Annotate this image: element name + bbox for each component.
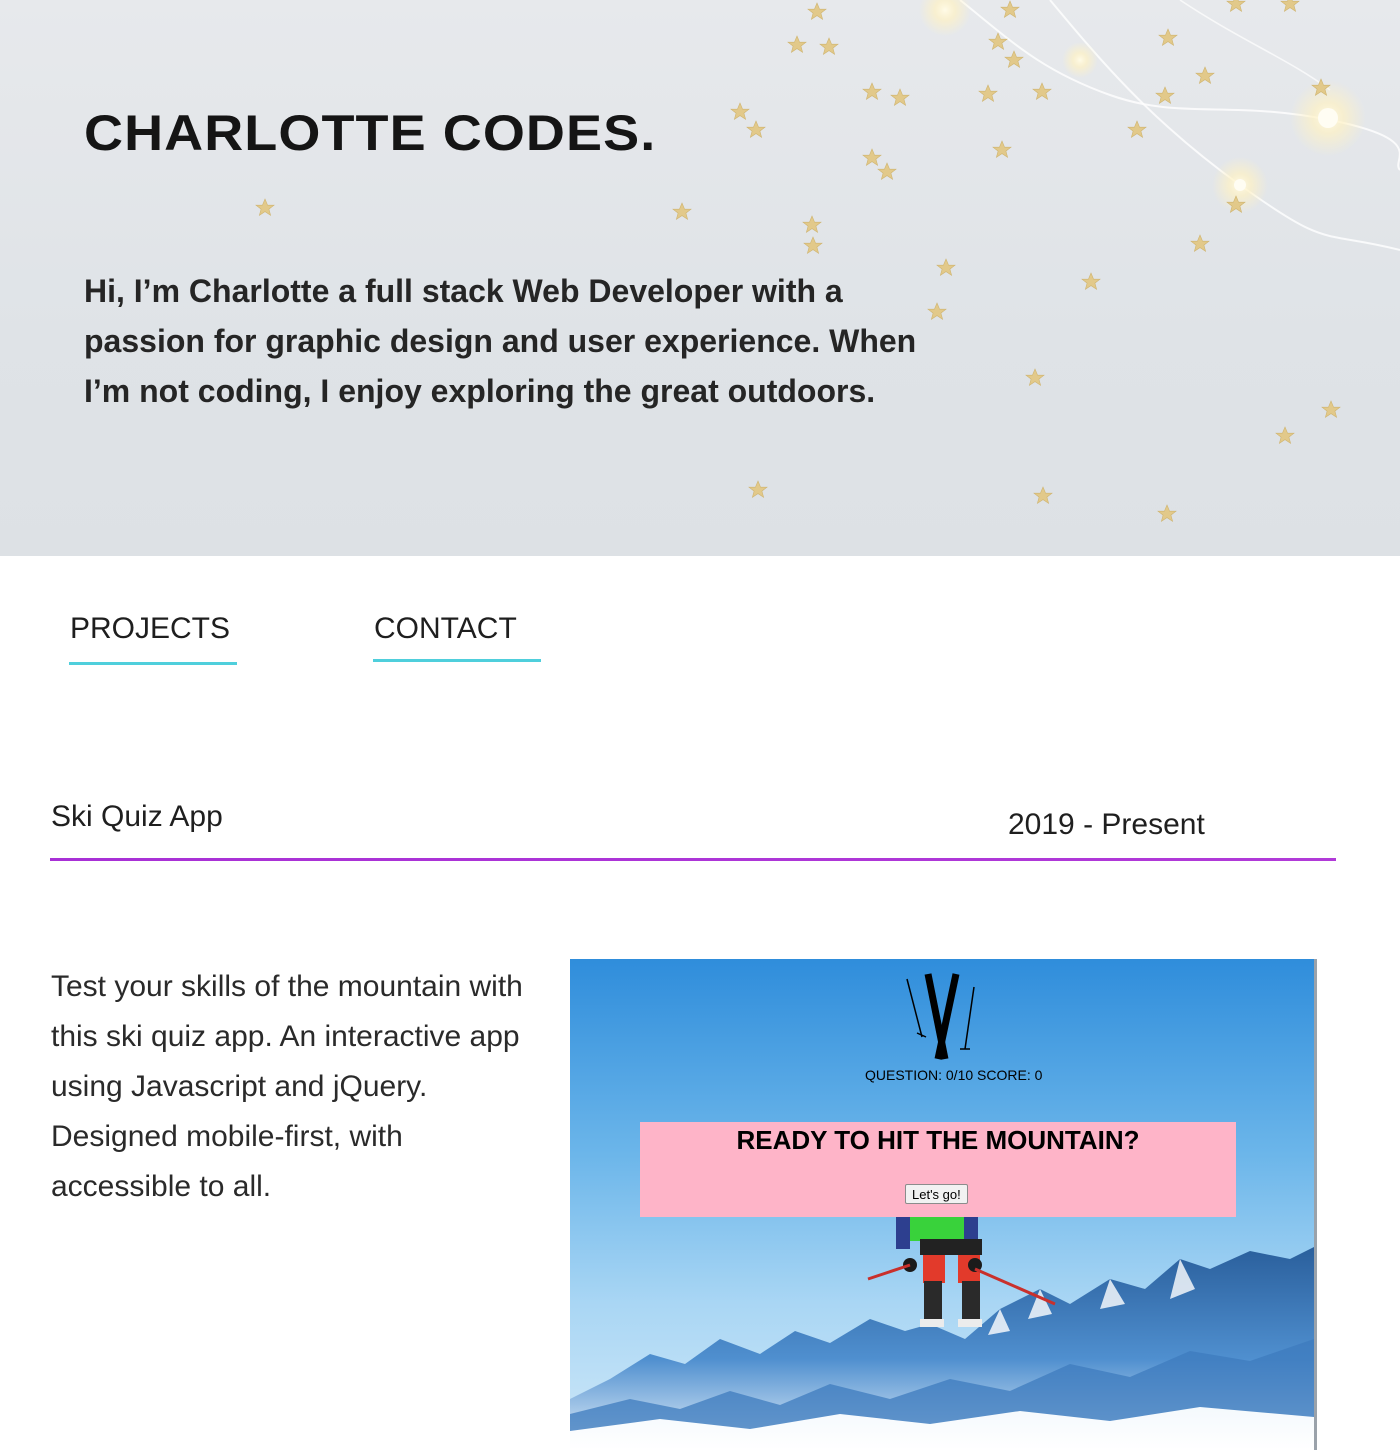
hero-banner: CHARLOTTE CODES. Hi, I’m Charlotte a ful… [0, 0, 1400, 556]
crossed-skis-logo-icon [906, 973, 975, 1060]
quiz-score-readout: QUESTION: 0/10 SCORE: 0 [865, 1067, 1043, 1083]
nav-link-projects[interactable]: PROJECTS [70, 612, 230, 646]
nav-contact-underline [373, 659, 541, 662]
quiz-start-panel: READY TO HIT THE MOUNTAIN? Let's go! [640, 1122, 1236, 1217]
intro-bio: Hi, I’m Charlotte a full stack Web Devel… [84, 273, 917, 409]
project-description: Test your skills of the mountain with th… [51, 970, 523, 1203]
project-divider [50, 858, 1336, 861]
project-screenshot[interactable]: QUESTION: 0/10 SCORE: 0 READY TO HIT THE… [570, 959, 1317, 1450]
nav-link-contact[interactable]: CONTACT [374, 612, 517, 646]
nav-projects-underline [69, 662, 237, 665]
lets-go-button[interactable]: Let's go! [905, 1184, 968, 1204]
project-dates: 2019 - Present [1008, 808, 1205, 841]
quiz-heading: READY TO HIT THE MOUNTAIN? [736, 1125, 1140, 1155]
site-title: CHARLOTTE CODES. [84, 105, 657, 161]
project-title: Ski Quiz App [51, 800, 223, 833]
